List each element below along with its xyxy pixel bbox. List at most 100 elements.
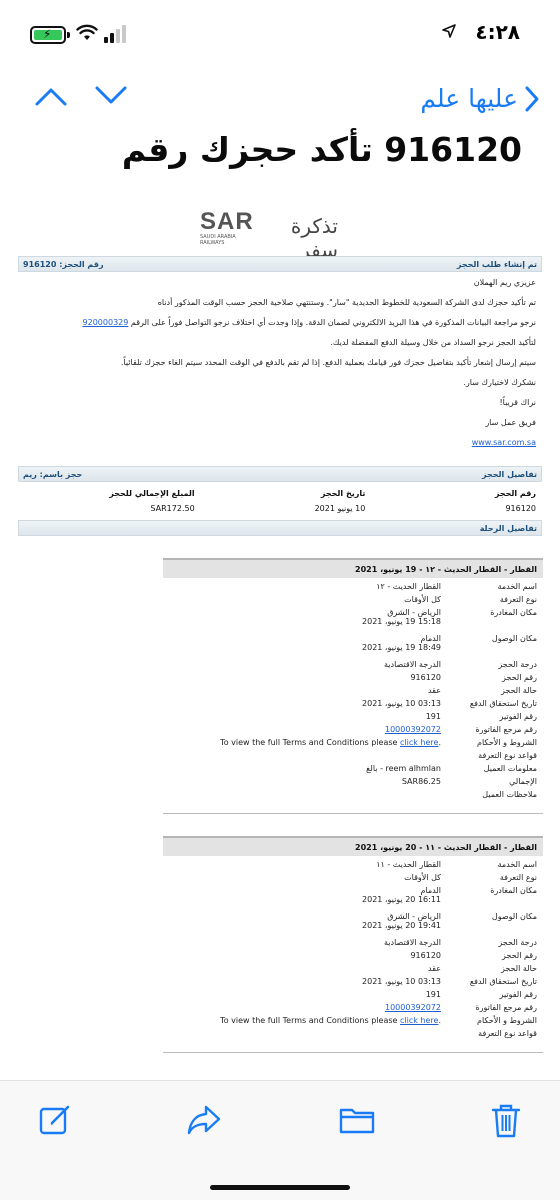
- trip-detail-label: حالة الحجز: [500, 686, 537, 695]
- invoice-reference-link[interactable]: 10000392072: [385, 725, 441, 734]
- trip-detail-value: 191: [169, 712, 441, 721]
- trip-detail-value-text: reem alhmlan - بالغ: [366, 764, 441, 773]
- trip-detail-value: الدرجة الاقتصادية: [169, 938, 441, 947]
- support-phone-link[interactable]: 920000329: [83, 318, 129, 327]
- trip-detail-value-text: الرياض - الشرق: [387, 912, 441, 921]
- trip-detail-row: رقم الحجز 916120: [169, 673, 537, 686]
- trip-title: القطار - القطار الحديث - ١١ - 20 يونيو، …: [163, 836, 543, 856]
- trip-detail-label: معلومات العميل: [483, 764, 537, 773]
- compose-icon[interactable]: [38, 1103, 72, 1137]
- back-button[interactable]: عليها علم: [420, 84, 540, 113]
- sar-logo-text: SAR: [200, 208, 254, 235]
- trip-detail-value-text: كل الأوقات: [404, 595, 441, 604]
- trip-details-bar: تفاصيل الرحلة: [18, 520, 542, 536]
- trip-detail-value: عقد: [169, 686, 441, 695]
- chevron-right-icon: [525, 86, 539, 111]
- terms-click-here-link[interactable]: click here: [400, 1016, 438, 1025]
- table-cell: 10 يونيو 2021: [314, 504, 366, 513]
- forward-icon[interactable]: [186, 1103, 222, 1137]
- trip-detail-label: درجة الحجز: [498, 938, 537, 947]
- trip-detail-value-text: كل الأوقات: [404, 873, 441, 882]
- table-header: المبلغ الإجمالي للحجز: [109, 489, 195, 498]
- trip-detail-value: SAR86.25: [169, 777, 441, 786]
- trip-detail-value: الدرجة الاقتصادية: [169, 660, 441, 669]
- trip-detail-row: درجة الحجز الدرجة الاقتصادية: [169, 660, 537, 673]
- trip-detail-label: تاريخ استحقاق الدفع: [469, 699, 537, 708]
- trash-icon[interactable]: [490, 1103, 522, 1139]
- trip-detail-value-text: القطار الحديث - ١٢: [376, 582, 441, 591]
- booking-details-bar: حجز باسم: ريم تفاصيل الحجز: [18, 466, 542, 482]
- trip-detail-value: To view the full Terms and Conditions pl…: [220, 738, 441, 747]
- booking-details-title: تفاصيل الحجز: [482, 469, 537, 479]
- trip-detail-label: اسم الخدمة: [497, 582, 537, 591]
- trip-detail-row: اسم الخدمة القطار الحديث - ١١: [169, 860, 537, 873]
- trip-detail-label: رقم الفوتير: [499, 712, 537, 721]
- trip-detail-value: كل الأوقات: [169, 873, 441, 882]
- trip-detail-label: مكان المغادرة: [490, 608, 537, 617]
- previous-message-chevron-up-icon[interactable]: [34, 84, 68, 108]
- trip-detail-datetime: 19:41 20 يونيو، 2021: [362, 921, 441, 930]
- trips-list: القطار - القطار الحديث - ١٢ - 19 يونيو، …: [18, 558, 543, 1053]
- paragraph-see-you: نراك قريباً!: [499, 398, 536, 407]
- website-link[interactable]: www.sar.com.sa: [472, 438, 536, 447]
- trip-detail-value: To view the full Terms and Conditions pl…: [220, 1016, 441, 1025]
- paragraph-notification: سيتم إرسال إشعار تأكيد بتفاصيل حجزك فور …: [120, 358, 536, 367]
- trip-detail-value-text: الدرجة الاقتصادية: [384, 660, 441, 669]
- trip-detail-value: 916120: [169, 673, 441, 682]
- trip-detail-value: 10000392072: [169, 725, 441, 734]
- divider: [163, 1052, 543, 1053]
- trip-detail-value: الرياض - الشرق 19:41 20 يونيو، 2021: [169, 912, 441, 930]
- trip-detail-row: نوع التعرفة كل الأوقات: [169, 873, 537, 886]
- trip-detail-value-text: القطار الحديث - ١١: [376, 860, 441, 869]
- trip-detail-value-text: عقد: [427, 686, 441, 695]
- trip-detail-label: اسم الخدمة: [497, 860, 537, 869]
- trip-detail-value-text: 03:13 10 يونيو، 2021: [362, 699, 441, 708]
- trip-detail-row: معلومات العميل reem alhmlan - بالغ: [169, 764, 537, 777]
- message-content[interactable]: 916120 تأكد حجزك رقم SAR SAUDI ARABIA RA…: [0, 128, 560, 1078]
- mail-nav-bar: عليها علم: [0, 70, 560, 130]
- trip-detail-datetime: 15:18 19 يونيو، 2021: [362, 617, 441, 626]
- invoice-reference-link[interactable]: 10000392072: [385, 1003, 441, 1012]
- trip-detail-label: رقم الفوتير: [499, 990, 537, 999]
- greeting: عزيزي ريم الهملان: [473, 278, 536, 287]
- trip-detail-value-text: 916120: [410, 673, 441, 682]
- trip-detail-row: حالة الحجز عقد: [169, 686, 537, 699]
- trip-detail-label: رقم مرجع الفاتورة: [475, 1003, 537, 1012]
- sar-logo-subtitle: SAUDI ARABIA RAILWAYS: [200, 234, 236, 246]
- trip-rows: اسم الخدمة القطار الحديث - ١١ نوع التعرفة ك…: [163, 856, 543, 1042]
- trip-detail-value-text: 191: [425, 990, 441, 999]
- website-line: www.sar.com.sa: [18, 436, 542, 450]
- signal-icon: [104, 25, 126, 43]
- table-header: تاريخ الحجز: [320, 489, 366, 498]
- battery-icon: ⚡: [30, 26, 70, 44]
- trip-detail-label: تاريخ استحقاق الدفع: [469, 977, 537, 986]
- booked-by-name: حجز باسم: ريم: [23, 469, 83, 479]
- home-indicator: [210, 1185, 350, 1190]
- trip-detail-value-text: الدرجة الاقتصادية: [384, 938, 441, 947]
- paragraph-team: فريق عمل سار: [485, 418, 536, 427]
- trip-detail-row: الشروط و الأحكام To view the full Terms a…: [169, 738, 537, 751]
- trip-detail-row: قواعد نوع التعرفة: [169, 751, 537, 764]
- booking-number-header: رقم الحجز: 916120: [23, 259, 104, 269]
- trip-detail-value: كل الأوقات: [169, 595, 441, 604]
- status-bar: ⚡ ٤:٢٨: [0, 0, 560, 70]
- trip-block: القطار - القطار الحديث - ١١ - 20 يونيو، …: [163, 836, 543, 1053]
- trip-detail-row: قواعد نوع التعرفة: [169, 1029, 537, 1042]
- trip-title: القطار - القطار الحديث - ١٢ - 19 يونيو، …: [163, 558, 543, 578]
- terms-text: To view the full Terms and Conditions pl…: [220, 1016, 400, 1025]
- sar-logo: SAR SAUDI ARABIA RAILWAYS تذكرة سفر: [198, 208, 338, 262]
- wifi-icon: [76, 24, 98, 40]
- email-body: رقم الحجز: 916120 تم إنشاء طلب الحجز عزي…: [18, 256, 543, 1053]
- folder-icon[interactable]: [338, 1103, 376, 1137]
- trip-detail-label: رقم الحجز: [502, 673, 537, 682]
- trip-detail-row: ملاحظات العميل: [169, 790, 537, 803]
- trip-detail-row: درجة الحجز الدرجة الاقتصادية: [169, 938, 537, 951]
- trip-rows: اسم الخدمة القطار الحديث - ١٢ نوع التعرفة ك…: [163, 578, 543, 803]
- trip-detail-label: رقم الحجز: [502, 951, 537, 960]
- trip-detail-value: القطار الحديث - ١١: [169, 860, 441, 869]
- terms-click-here-link[interactable]: click here: [400, 738, 438, 747]
- next-message-chevron-down-icon[interactable]: [94, 84, 128, 108]
- paragraph-review-text: نرجو مراجعة البيانات المذكورة في هذا الب…: [130, 318, 536, 327]
- trip-detail-value-text: 03:13 10 يونيو، 2021: [362, 977, 441, 986]
- trip-detail-value: الرياض - الشرق 15:18 19 يونيو، 2021: [169, 608, 441, 626]
